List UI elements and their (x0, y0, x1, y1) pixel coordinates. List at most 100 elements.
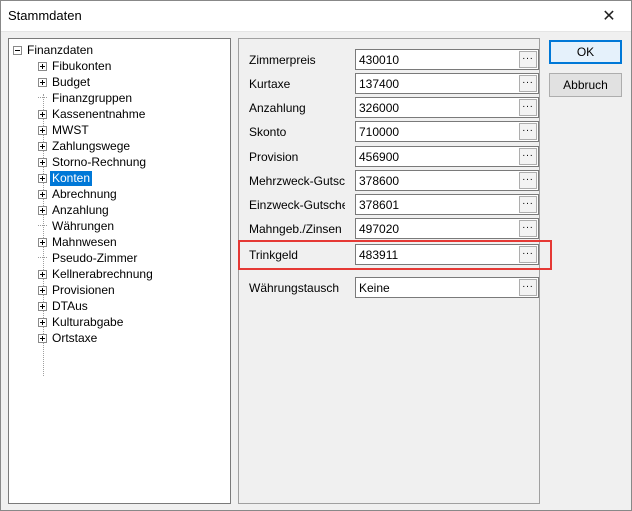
tree-item[interactable]: Mahnwesen (38, 234, 119, 250)
field-input[interactable]: 326000... (355, 97, 539, 118)
title-bar: Stammdaten ✕ (0, 0, 632, 32)
browse-button[interactable]: ... (519, 220, 537, 237)
browse-button[interactable]: ... (519, 75, 537, 92)
expand-icon[interactable] (38, 77, 47, 87)
field-input[interactable]: 378601... (355, 194, 539, 215)
field-input[interactable]: Keine... (355, 277, 539, 298)
field-label: Kurtaxe (249, 77, 291, 91)
cancel-button[interactable]: Abbruch (549, 73, 622, 97)
tree-item-label: MWST (52, 122, 89, 137)
expand-icon[interactable] (38, 333, 47, 343)
tree-item-label: Kellnerabrechnung (52, 266, 153, 281)
tree-item[interactable]: DTAus (38, 298, 90, 314)
ok-button[interactable]: OK (549, 40, 622, 64)
tree-item-label: Ortstaxe (52, 330, 98, 345)
expand-icon[interactable] (38, 173, 47, 183)
tree-item[interactable]: MWST (38, 122, 91, 138)
field-input[interactable]: 456900... (355, 146, 539, 167)
tree-item-label: Provisionen (52, 282, 115, 297)
tree-item-label: Pseudo-Zimmer (52, 250, 138, 265)
tree-item[interactable]: Anzahlung (38, 202, 111, 218)
field-label: Mahngeb./Zinsen (249, 222, 342, 236)
tree-connector (38, 97, 47, 99)
field-input[interactable]: 137400... (355, 73, 539, 94)
tree-item-label: DTAus (52, 298, 88, 313)
close-icon[interactable]: ✕ (586, 0, 632, 31)
tree-item-label: Anzahlung (52, 202, 109, 217)
browse-button[interactable]: ... (519, 51, 537, 68)
tree-item[interactable]: Kulturabgabe (38, 314, 125, 330)
field-input[interactable]: 378600... (355, 170, 539, 191)
tree-item-label: Kulturabgabe (52, 314, 124, 329)
field-label: Mehrzweck-Gutschein (249, 174, 345, 188)
tree-connector (38, 225, 47, 227)
expand-icon[interactable] (38, 301, 47, 311)
browse-button[interactable]: ... (519, 148, 537, 165)
expand-icon[interactable] (38, 109, 47, 119)
tree-item[interactable]: Budget (38, 74, 92, 90)
tree-item-label: Mahnwesen (52, 234, 117, 249)
expand-icon[interactable] (38, 285, 47, 295)
field-value: 497020 (359, 222, 400, 236)
tree-item[interactable]: Fibukonten (38, 58, 113, 74)
tree-root[interactable]: Finanzdaten (13, 42, 95, 58)
tree-item-label: Budget (52, 74, 91, 89)
field-value: 430010 (359, 53, 400, 67)
field-label: Zimmerpreis (249, 53, 316, 67)
field-label: Anzahlung (249, 101, 306, 115)
tree-item-label: Zahlungswege (52, 138, 131, 153)
collapse-icon[interactable] (13, 45, 22, 55)
tree-item[interactable]: Ortstaxe (38, 330, 99, 346)
tree-item-label: Fibukonten (52, 58, 112, 73)
tree-item[interactable]: Abrechnung (38, 186, 119, 202)
expand-icon[interactable] (38, 61, 47, 71)
expand-icon[interactable] (38, 189, 47, 199)
tree-item[interactable]: Konten (38, 170, 93, 186)
field-value: 378601 (359, 198, 400, 212)
tree-connector (38, 257, 47, 259)
field-input[interactable]: 430010... (355, 49, 539, 70)
browse-button[interactable]: ... (519, 99, 537, 116)
tree-item-label: Konten (50, 170, 93, 186)
tree-item[interactable]: Storno-Rechnung (38, 154, 148, 170)
expand-icon[interactable] (38, 205, 47, 215)
browse-button[interactable]: ... (519, 196, 537, 213)
browse-button[interactable]: ... (519, 279, 537, 296)
tree-item-label: Finanzgruppen (52, 90, 133, 105)
tree-item-label: Kassenentnahme (52, 106, 146, 121)
field-value: 710000 (359, 125, 400, 139)
tree-item[interactable]: Währungen (38, 218, 116, 234)
highlight-box (238, 240, 552, 270)
tree-item[interactable]: Pseudo-Zimmer (38, 250, 139, 266)
field-label: Währungstausch (249, 281, 340, 295)
finance-tree[interactable]: Finanzdaten Fibukonten Budget Finanzgruppe… (8, 38, 231, 504)
field-input[interactable]: 710000... (355, 121, 539, 142)
field-input[interactable]: 497020... (355, 218, 539, 239)
field-value: 456900 (359, 150, 400, 164)
field-value: 137400 (359, 77, 400, 91)
tree-item[interactable]: Finanzgruppen (38, 90, 134, 106)
browse-button[interactable]: ... (519, 172, 537, 189)
window-title: Stammdaten (8, 8, 82, 23)
expand-icon[interactable] (38, 317, 47, 327)
tree-item[interactable]: Kassenentnahme (38, 106, 147, 122)
browse-button[interactable]: ... (519, 123, 537, 140)
field-value: 326000 (359, 101, 400, 115)
field-value: 378600 (359, 174, 400, 188)
expand-icon[interactable] (38, 237, 47, 247)
field-value: Keine (359, 281, 390, 295)
expand-icon[interactable] (38, 269, 47, 279)
tree-root-label: Finanzdaten (27, 42, 94, 57)
expand-icon[interactable] (38, 141, 47, 151)
tree-item[interactable]: Zahlungswege (38, 138, 132, 154)
expand-icon[interactable] (38, 157, 47, 167)
field-label: Provision (249, 150, 299, 164)
tree-item-label: Abrechnung (52, 186, 117, 201)
field-label: Skonto (249, 125, 287, 139)
tree-item-label: Storno-Rechnung (52, 154, 147, 169)
expand-icon[interactable] (38, 125, 47, 135)
tree-item[interactable]: Kellnerabrechnung (38, 266, 155, 282)
field-label: Einzweck-Gutschein (249, 198, 345, 212)
tree-item-label: Währungen (52, 218, 115, 233)
tree-item[interactable]: Provisionen (38, 282, 117, 298)
